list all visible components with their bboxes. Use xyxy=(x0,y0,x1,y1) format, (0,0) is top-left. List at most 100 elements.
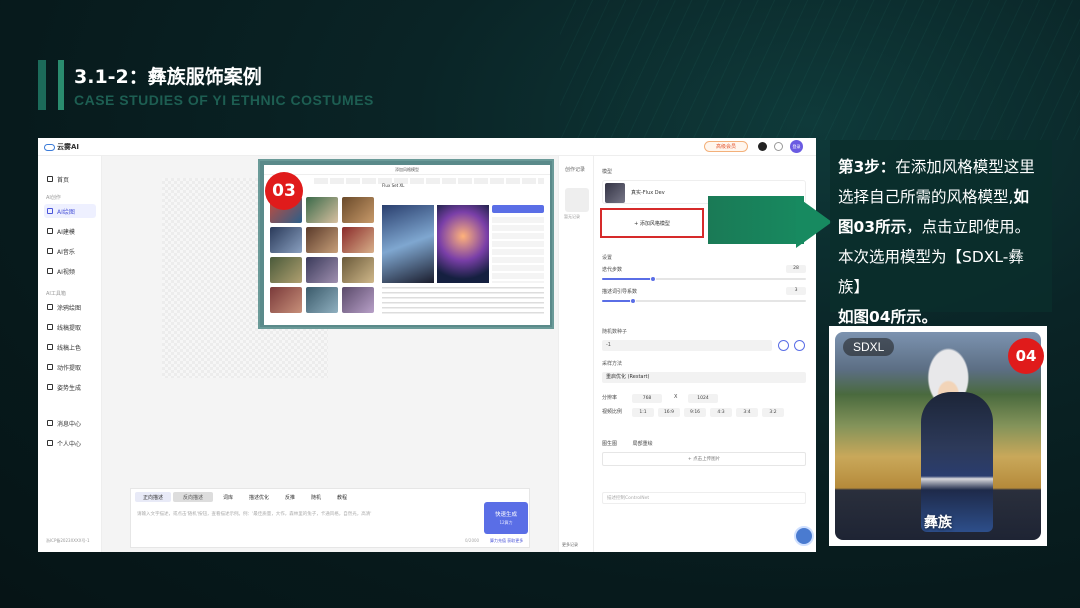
upload-image-button[interactable]: + 点击上传图片 xyxy=(602,452,806,466)
step-line-bold: 如 xyxy=(1013,188,1029,206)
ratio-9-16[interactable]: 9:16 xyxy=(684,408,706,417)
style-thumb[interactable] xyxy=(306,197,338,223)
lexicon-button[interactable]: 词库 xyxy=(223,492,233,502)
vip-button[interactable]: 高级会员 xyxy=(704,141,748,152)
motion-icon xyxy=(47,364,53,370)
sampler-select[interactable]: 重启优化 (Restart) xyxy=(602,372,806,383)
ratio-1-1[interactable]: 1:1 xyxy=(632,408,654,417)
avatar[interactable]: 登录 xyxy=(790,140,803,153)
theme-toggle-icon[interactable] xyxy=(758,142,767,151)
steps-value[interactable]: 28 xyxy=(786,265,806,273)
ratio-label: 视频比例 xyxy=(602,409,623,415)
user-icon xyxy=(47,440,53,446)
dice-icon[interactable] xyxy=(778,340,789,351)
sidebar-item-pose-extract[interactable]: 动作提取 xyxy=(44,360,96,374)
sidebar-item-ai-model[interactable]: AI建模 xyxy=(44,224,96,238)
sidebar-item-ai-draw[interactable]: AI绘图 xyxy=(44,204,96,218)
style-thumb[interactable] xyxy=(342,197,374,223)
sidebar-item-label: 个人中心 xyxy=(57,440,82,448)
cfg-row: 描述词引导系数 3 xyxy=(602,287,806,296)
ratio-3-4[interactable]: 3:4 xyxy=(736,408,758,417)
style-thumb[interactable] xyxy=(342,227,374,253)
help-bubble-icon[interactable] xyxy=(794,526,814,546)
style-thumb[interactable] xyxy=(342,257,374,283)
generate-button[interactable]: 快速生成 12算力 xyxy=(484,502,528,534)
steps-slider[interactable] xyxy=(602,276,806,282)
sidebar-item-label: AI建模 xyxy=(57,228,75,236)
tab-positive-prompt[interactable]: 正向描述 xyxy=(135,492,171,502)
cfg-value[interactable]: 3 xyxy=(786,287,806,295)
style-model-window: 添加风格模型 Flux Set XL xyxy=(264,165,550,325)
app-logo[interactable]: 云雾AI xyxy=(44,142,79,152)
height-input[interactable]: 1024 xyxy=(688,394,718,403)
header-accent-bar xyxy=(38,60,46,110)
logo-text: 云雾AI xyxy=(57,143,80,151)
bell-icon xyxy=(47,420,53,426)
prompt-input[interactable]: 请输入文字描述，或点击'随机'按钮，查看描述示例。例：'最佳质量，大作，森林里的… xyxy=(137,511,477,517)
use-now-button[interactable] xyxy=(492,205,544,213)
step-line-bold: 如图04所示。 xyxy=(838,308,938,326)
style-preview-image xyxy=(437,205,489,283)
ratio-3-2[interactable]: 3:2 xyxy=(762,408,784,417)
sampler-label: 采样方法 xyxy=(602,361,623,367)
model-name: 真实-Flux Dev xyxy=(631,190,665,196)
step-line: 本次选用模型为【SDXL-彝族】 xyxy=(838,248,1024,296)
icp-footer: 浙ICP备2023XXXX号-1 xyxy=(46,538,90,543)
reference-tabs: 图生图 局部重绘 xyxy=(602,440,653,447)
steps-slider-fill xyxy=(602,278,653,280)
add-style-model-button[interactable]: + 添加风格模型 xyxy=(600,208,704,238)
sdxl-tag: SDXL xyxy=(843,338,895,356)
ratio-4-3[interactable]: 4:3 xyxy=(710,408,732,417)
optimize-button[interactable]: 描述优化 xyxy=(249,492,269,502)
step-line: 选择自己所需的风格模型, xyxy=(838,188,1014,206)
style-thumb[interactable] xyxy=(270,257,302,283)
style-model-title: Flux Set XL xyxy=(382,183,405,188)
style-thumb[interactable] xyxy=(270,227,302,253)
steps-row: 迭代步数 28 xyxy=(602,265,806,274)
sidebar-item-home[interactable]: 首页 xyxy=(44,172,96,186)
style-thumb[interactable] xyxy=(306,287,338,313)
video-icon xyxy=(47,268,53,274)
style-thumbnail-grid xyxy=(270,197,378,315)
sidebar-item-profile[interactable]: 个人中心 xyxy=(44,436,96,450)
recycle-icon[interactable] xyxy=(794,340,805,351)
reverse-button[interactable]: 反推 xyxy=(285,492,295,502)
settings-icon[interactable] xyxy=(774,142,783,151)
sidebar-item-line-color[interactable]: 线稿上色 xyxy=(44,340,96,354)
resolution-row: 分辨率 768 X 1024 xyxy=(602,394,812,403)
cfg-slider-knob[interactable] xyxy=(629,298,636,304)
random-button[interactable]: 随机 xyxy=(311,492,321,502)
steps-slider-knob[interactable] xyxy=(650,276,656,282)
sidebar-item-ai-video[interactable]: AI视频 xyxy=(44,264,96,278)
style-thumb[interactable] xyxy=(270,287,302,313)
tab-negative-prompt[interactable]: 反向描述 xyxy=(173,492,213,502)
cfg-slider[interactable] xyxy=(602,298,806,304)
width-input[interactable]: 768 xyxy=(632,394,662,403)
settings-label: 设置 xyxy=(602,255,613,261)
ratio-16-9[interactable]: 16:9 xyxy=(658,408,680,417)
cube-icon xyxy=(47,228,53,234)
step-line: ，点击立即使用。 xyxy=(906,218,1031,236)
sidebar-item-line-extract[interactable]: 线稿提取 xyxy=(44,320,96,334)
size-x-label: X xyxy=(674,394,678,400)
sidebar-item-doodle[interactable]: 涂鸦绘图 xyxy=(44,300,96,314)
step-text: 第3步：在添加风格模型这里 选择自己所需的风格模型,如 图03所示，点击立即使用… xyxy=(838,152,1044,332)
recharge-link[interactable]: 算力充值 获取更多 xyxy=(490,538,523,544)
seed-input[interactable]: -1 xyxy=(602,340,772,351)
style-thumb[interactable] xyxy=(306,227,338,253)
tutorial-button[interactable]: 教程 xyxy=(337,492,347,502)
sidebar-item-ai-music[interactable]: AI音乐 xyxy=(44,244,96,258)
tab-inpaint[interactable]: 局部重绘 xyxy=(633,441,653,447)
more-history-link[interactable]: 更多记录 xyxy=(562,542,578,548)
sidebar-item-pose-generate[interactable]: 姿势生成 xyxy=(44,380,96,394)
style-model-screenshot: 添加风格模型 Flux Set XL xyxy=(258,159,554,329)
step-line: 在添加风格模型这里 xyxy=(895,158,1035,176)
slide-title: 3.1-2：彝族服饰案例 xyxy=(74,66,262,88)
history-thumb[interactable] xyxy=(565,188,589,212)
sidebar-item-messages[interactable]: 消息中心 xyxy=(44,416,96,430)
style-thumb[interactable] xyxy=(342,287,374,313)
tab-img2img[interactable]: 图生图 xyxy=(602,441,617,447)
style-description xyxy=(382,287,544,317)
controlnet-input[interactable]: 描述控制ControlNet xyxy=(602,492,806,504)
style-thumb[interactable] xyxy=(306,257,338,283)
